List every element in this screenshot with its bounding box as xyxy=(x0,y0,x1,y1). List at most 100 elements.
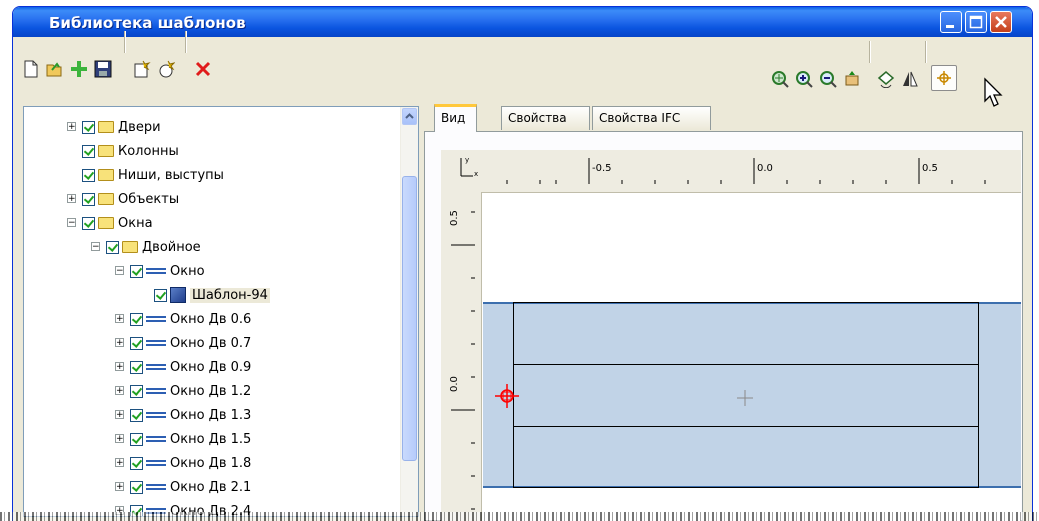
tree-item[interactable]: + Окно Дв 1.2 xyxy=(115,380,251,402)
tree-checkbox[interactable] xyxy=(82,144,95,158)
minimize-icon xyxy=(946,25,954,28)
expand-icon[interactable]: + xyxy=(67,194,76,204)
close-button[interactable] xyxy=(990,11,1012,33)
origin-marker-icon[interactable] xyxy=(493,382,521,410)
scroll-up-button[interactable] xyxy=(402,108,417,125)
expand-icon[interactable]: + xyxy=(67,122,76,132)
scroll-thumb[interactable] xyxy=(402,176,417,461)
tree-checkbox[interactable] xyxy=(130,480,143,494)
expand-icon[interactable]: + xyxy=(115,482,124,492)
tree-item[interactable]: + Окно Дв 1.3 xyxy=(115,404,251,426)
preview-canvas[interactable]: -0.5 0.0 0.5 y x 0.5 0.0 xyxy=(441,150,1021,521)
tree-checkbox[interactable] xyxy=(82,192,95,206)
new-icon[interactable] xyxy=(22,60,40,78)
tree-item[interactable]: + Объекты xyxy=(67,188,180,210)
tree-item[interactable]: + Окно Дв 0.6 xyxy=(115,308,252,330)
tree-item[interactable]: + Двери xyxy=(67,116,161,138)
left-ruler: 0.5 0.0 xyxy=(441,192,482,521)
zoom-in-icon[interactable] xyxy=(795,70,813,88)
delete-icon[interactable] xyxy=(194,60,212,78)
tree-item[interactable]: + Окно Дв 1.8 xyxy=(115,452,252,474)
rotate-icon[interactable] xyxy=(877,70,895,88)
tree-checkbox[interactable] xyxy=(82,168,95,182)
window-element-icon xyxy=(146,388,166,394)
toolbar-separator xyxy=(869,41,871,63)
zoom-extents-icon[interactable] xyxy=(771,70,789,88)
expand-icon[interactable]: + xyxy=(115,338,124,348)
tree-item[interactable]: Колонны xyxy=(82,140,179,162)
window-mullion-lower xyxy=(513,426,979,427)
ruler-top-label: 0.5 xyxy=(922,163,938,174)
expand-icon[interactable]: + xyxy=(115,362,124,372)
tree-item-label: Окно Дв 1.8 xyxy=(170,455,252,471)
axis-y-label: y xyxy=(465,156,470,164)
tree-item[interactable]: + Окно Дв 0.7 xyxy=(115,332,251,354)
tree-checkbox[interactable] xyxy=(130,456,143,470)
chevron-up-icon xyxy=(405,113,414,119)
expand-icon[interactable]: + xyxy=(115,434,124,444)
tree-item[interactable]: − Окна xyxy=(67,212,153,234)
tree-checkbox[interactable] xyxy=(130,384,143,398)
collapse-icon[interactable]: − xyxy=(67,218,76,228)
zoom-out-icon[interactable] xyxy=(819,70,837,88)
ruler-top-label: -0.5 xyxy=(592,163,612,174)
tree-checkbox[interactable] xyxy=(130,264,143,278)
template-tree-panel[interactable]: + Двери Колонны Ниши, выступы + Объекты − Окна −… xyxy=(23,106,419,517)
tree-checkbox[interactable] xyxy=(82,120,95,134)
tree-scrollbar[interactable] xyxy=(400,107,418,516)
folder-icon xyxy=(122,241,138,253)
tree-checkbox[interactable] xyxy=(130,432,143,446)
mirror-icon[interactable] xyxy=(901,70,919,88)
minimize-button[interactable] xyxy=(940,11,962,33)
expand-icon[interactable]: + xyxy=(115,458,124,468)
expand-icon[interactable]: + xyxy=(115,314,124,324)
origin-button[interactable] xyxy=(931,65,957,91)
new-template-icon[interactable] xyxy=(133,60,151,78)
folder-icon xyxy=(98,121,114,133)
toolbar-separator xyxy=(925,41,927,63)
tab-properties[interactable]: Свойства xyxy=(501,106,590,130)
collapse-icon[interactable]: − xyxy=(115,266,124,276)
maximize-button[interactable] xyxy=(965,11,987,33)
add-icon[interactable] xyxy=(70,60,88,78)
tree-checkbox[interactable] xyxy=(106,240,119,254)
tree-item[interactable]: + Окно Дв 2.1 xyxy=(115,476,251,498)
window-element-icon xyxy=(146,268,166,274)
folder-icon xyxy=(98,193,114,205)
center-cross-icon xyxy=(737,390,753,406)
tab-view[interactable]: Вид xyxy=(434,104,477,132)
tree-item[interactable]: − Окно xyxy=(115,260,205,282)
tree-item-label: Окно Дв 0.9 xyxy=(170,359,252,375)
pan-icon[interactable] xyxy=(843,70,861,88)
tree-item-label: Объекты xyxy=(118,191,180,207)
window-element-icon xyxy=(146,340,166,346)
open-icon[interactable] xyxy=(46,60,64,78)
window-element-icon xyxy=(146,460,166,466)
mouse-cursor-icon xyxy=(984,77,1003,107)
tree-checkbox[interactable] xyxy=(154,288,167,302)
tree-checkbox[interactable] xyxy=(130,408,143,422)
expand-icon[interactable]: + xyxy=(115,410,124,420)
tree-checkbox[interactable] xyxy=(82,216,95,230)
save-icon[interactable] xyxy=(94,60,112,78)
tree-checkbox[interactable] xyxy=(130,312,143,326)
tree-item[interactable]: Ниши, выступы xyxy=(82,164,224,186)
tab-properties-ifc[interactable]: Свойства IFC xyxy=(592,106,711,130)
maximize-icon xyxy=(969,15,983,29)
window-element-icon xyxy=(146,316,166,322)
tree-checkbox[interactable] xyxy=(130,336,143,350)
tree-item-label: Двойное xyxy=(142,239,201,255)
tree-item[interactable]: − Двойное xyxy=(91,236,201,258)
tree-item[interactable]: + Окно Дв 0.9 xyxy=(115,356,252,378)
tree-checkbox[interactable] xyxy=(130,360,143,374)
tree-item[interactable]: + Окно Дв 1.5 xyxy=(115,428,251,450)
tree-item-label: Окно Дв 0.6 xyxy=(170,311,252,327)
tree-item[interactable]: Шаблон-94 xyxy=(154,284,270,306)
title-bar[interactable]: Библиотека шаблонов xyxy=(13,7,1032,37)
collapse-icon[interactable]: − xyxy=(91,242,100,252)
copy-template-icon[interactable] xyxy=(157,60,175,78)
expand-icon[interactable]: + xyxy=(115,386,124,396)
window-mullion-upper xyxy=(513,364,979,365)
tree-item-label: Ниши, выступы xyxy=(118,167,224,183)
window-title: Библиотека шаблонов xyxy=(49,14,246,32)
